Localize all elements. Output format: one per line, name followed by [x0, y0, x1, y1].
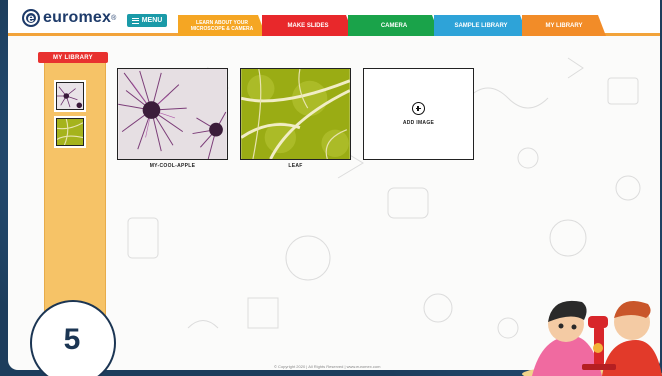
euromex-logo-icon: e [22, 9, 40, 27]
footer-copyright: © Copyright 2020 | All Rights Reserved |… [274, 364, 381, 369]
tab-label: SAMPLE LIBRARY [454, 22, 508, 29]
tab-my-library[interactable]: MY LIBRARY [522, 15, 606, 36]
sidebar-thumbnail-leaf[interactable] [56, 118, 84, 146]
library-image-my-cool-apple[interactable] [117, 68, 228, 160]
image-caption: MY-COOL-APPLE [149, 163, 196, 169]
euromex-logo[interactable]: e euromex ® [22, 8, 116, 28]
step-number-badge: 5 [30, 300, 116, 376]
tab-sample-library[interactable]: SAMPLE LIBRARY [434, 15, 528, 36]
add-image-label: ADD IMAGE [402, 120, 435, 126]
tab-label: MAKE SLIDES [287, 22, 329, 29]
add-circle-icon [412, 102, 425, 115]
menu-button-label: MENU [141, 17, 163, 24]
tab-make-slides[interactable]: MAKE SLIDES [262, 15, 354, 36]
tab-learn-about-microscope[interactable]: LEARN ABOUT YOUR MICROSCOPE & CAMERA [178, 15, 266, 36]
hamburger-icon [131, 17, 139, 24]
logo-text: euromex [43, 9, 112, 26]
kids-with-microscope-illustration [522, 300, 662, 376]
sidebar-title: MY LIBRARY [38, 52, 108, 63]
library-image-leaf[interactable] [240, 68, 351, 160]
tab-label: CAMERA [380, 22, 408, 29]
top-navigation-bar: e euromex ® MENU LEARN ABOUT YOUR MICROS… [8, 0, 660, 36]
registered-mark: ® [111, 14, 117, 22]
tab-label: MY LIBRARY [545, 22, 583, 29]
step-number: 5 [63, 323, 81, 356]
menu-button[interactable]: MENU [127, 14, 167, 27]
tab-label: LEARN ABOUT YOUR MICROSCOPE & CAMERA [190, 19, 254, 32]
image-caption: LEAF [288, 163, 303, 169]
tab-camera[interactable]: CAMERA [348, 15, 440, 36]
add-image-button[interactable]: ADD IMAGE [363, 68, 474, 160]
sidebar-thumbnail-my-cool-apple[interactable] [56, 82, 84, 110]
